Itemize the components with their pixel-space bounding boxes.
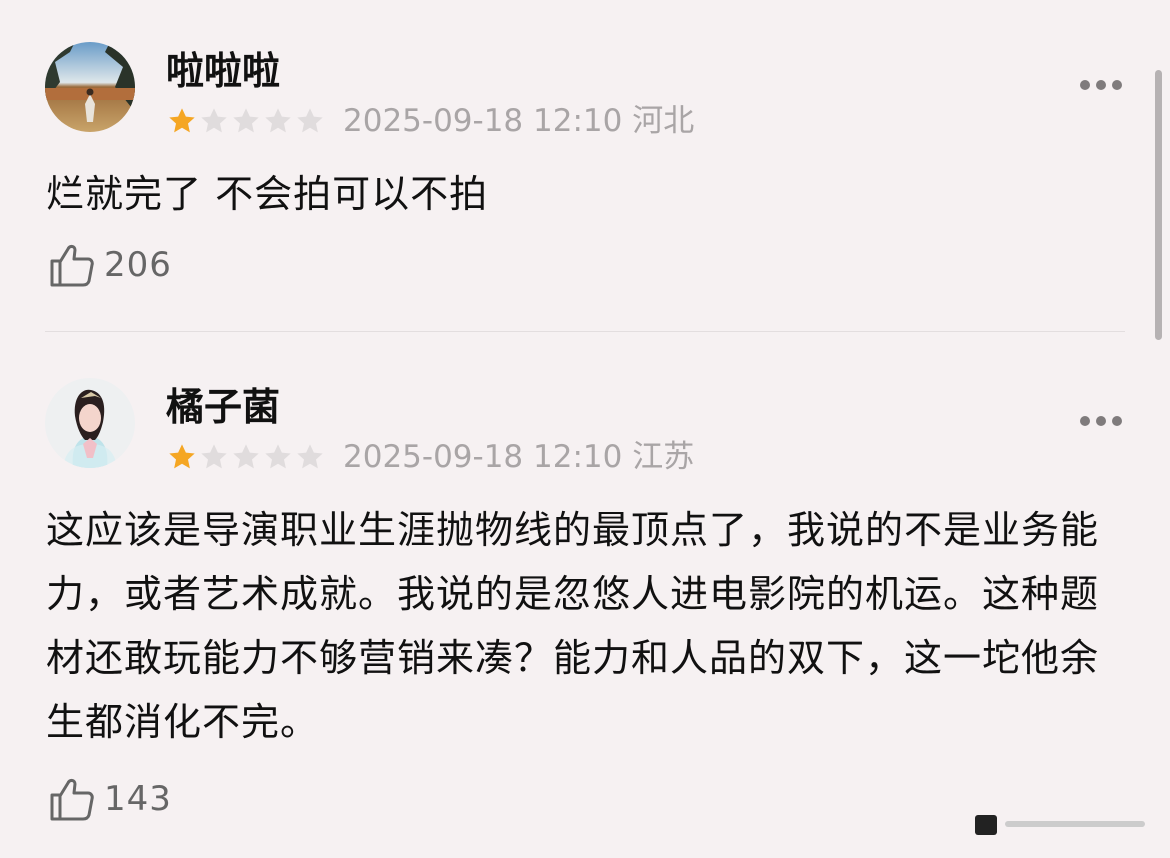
comment-meta: 2025-09-18 12:10 江苏 [343,437,694,477]
thumbs-up-icon [50,245,94,287]
timestamp: 2025-09-18 12:10 [343,439,623,475]
avatar[interactable] [45,378,135,468]
comment-meta: 2025-09-18 12:10 河北 [343,101,694,141]
more-dots-icon[interactable] [1080,80,1122,92]
star-rating [166,441,326,475]
more-dots-icon[interactable] [1080,416,1122,428]
star-icon [265,444,291,469]
avatar[interactable] [45,42,135,132]
comment-text: 这应该是导演职业生涯抛物线的最顶点了，我说的不是业务能力，或者艺术成就。我说的是… [46,508,1100,744]
star-rating [166,105,326,139]
divider [45,331,1125,332]
star-icon [201,444,227,469]
star-icon [169,444,195,469]
location: 河北 [632,103,695,139]
like-button[interactable]: 143 [48,774,172,824]
username[interactable]: 啦啦啦 [166,48,280,94]
star-icon [233,444,259,469]
comment-text: 烂就完了 不会拍可以不拍 [46,172,489,216]
star-icon [297,444,323,469]
like-count: 206 [104,245,172,285]
username[interactable]: 橘子菌 [166,384,280,430]
scrollbar[interactable] [1155,70,1162,340]
watermark-bars [975,815,1145,835]
timestamp: 2025-09-18 12:10 [343,103,623,139]
star-icon [201,108,227,133]
like-count: 143 [104,779,172,819]
like-button[interactable]: 206 [48,240,172,290]
star-icon [265,108,291,133]
star-icon [233,108,259,133]
thumbs-up-icon [50,779,94,821]
location: 江苏 [632,439,695,475]
star-icon [169,108,195,133]
star-icon [297,108,323,133]
